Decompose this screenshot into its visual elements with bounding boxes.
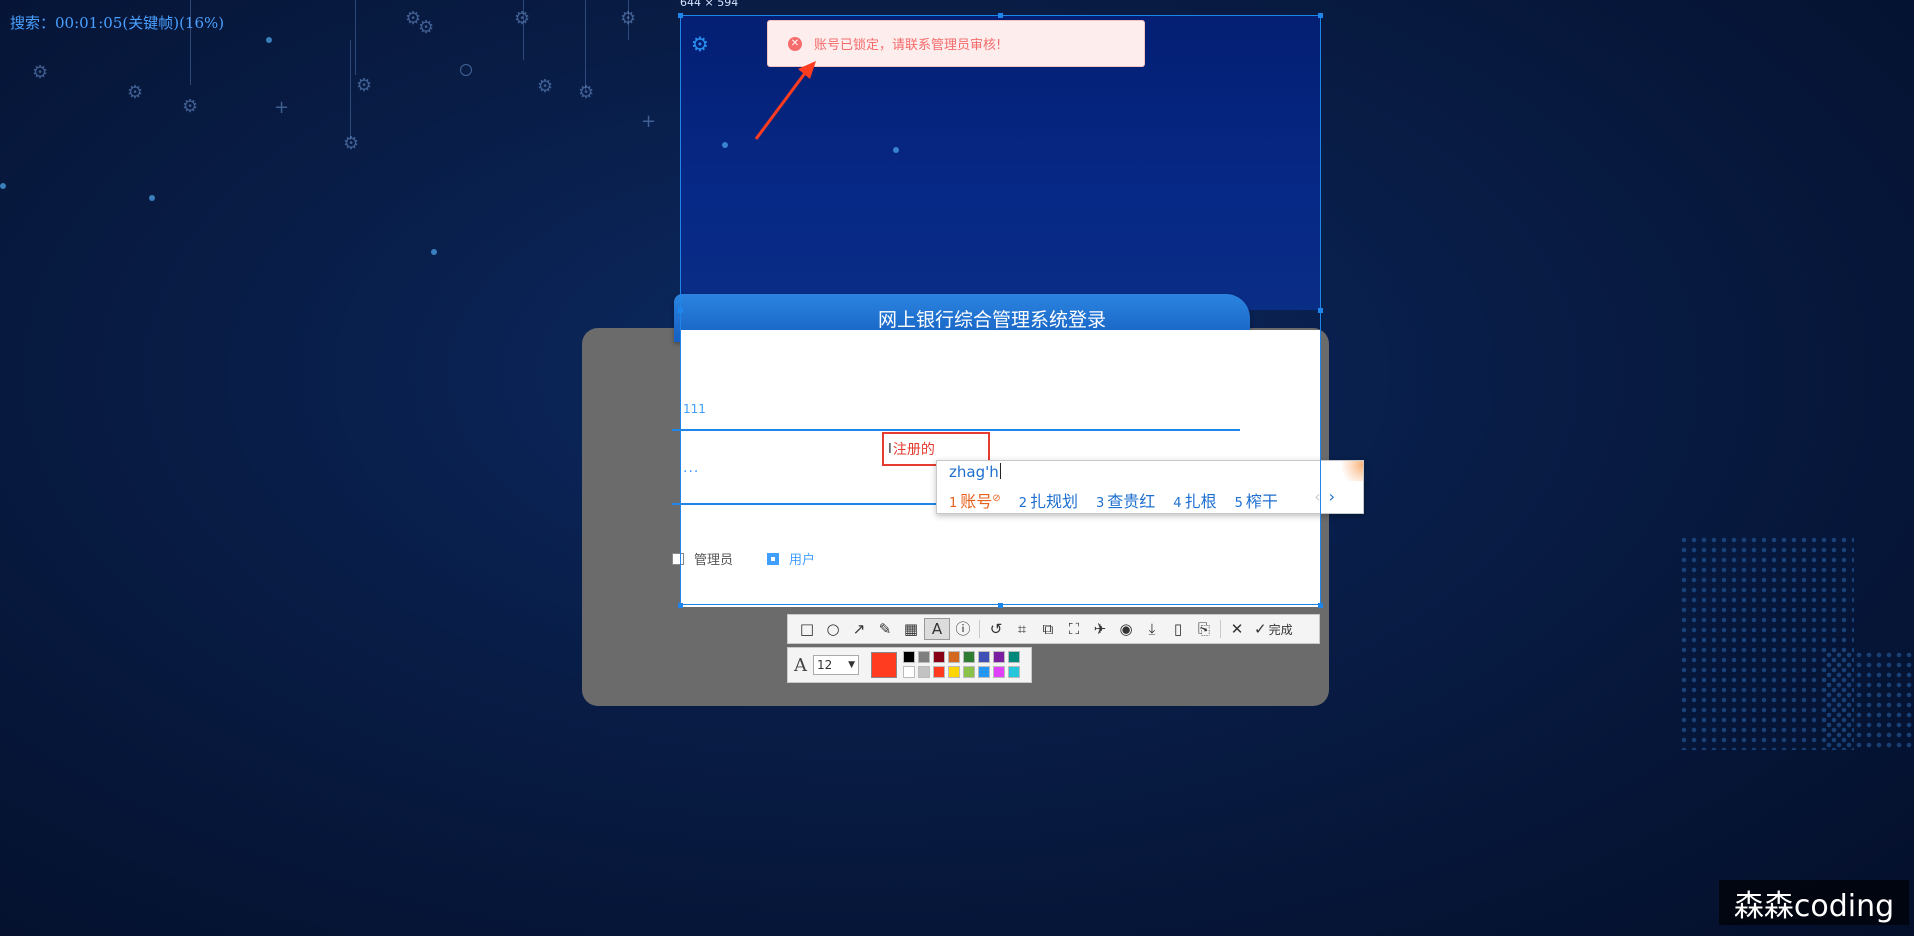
color-swatch[interactable] (918, 651, 930, 663)
color-swatch[interactable] (903, 666, 915, 678)
gear-icon: ⚙ (32, 62, 49, 83)
selection-size-label: 644 × 594 (680, 0, 739, 9)
color-swatch[interactable] (1008, 651, 1020, 663)
mosaic-tool-icon[interactable]: ▦ (898, 616, 924, 642)
mobile-icon[interactable]: ▯ (1165, 616, 1191, 642)
gear-icon: ⚙ (182, 96, 199, 117)
resize-handle[interactable] (678, 603, 683, 608)
color-palette (903, 651, 1021, 679)
undo-icon[interactable]: ↺ (983, 616, 1009, 642)
watermark: 森森coding (1719, 880, 1909, 925)
color-swatch[interactable] (948, 666, 960, 678)
number-tool-icon[interactable]: ⓘ (950, 616, 976, 642)
color-swatch[interactable] (993, 651, 1005, 663)
color-swatch[interactable] (963, 666, 975, 678)
color-swatch[interactable] (903, 651, 915, 663)
bookmark-icon[interactable]: ⎘ (1191, 616, 1217, 642)
gear-icon: ⚙ (620, 8, 637, 29)
color-swatch[interactable] (978, 651, 990, 663)
font-size-select[interactable]: 12 ▼ (813, 655, 859, 675)
capture-toolbar: □ ○ ↗ ✎ ▦ A ⓘ ↺ ⌗ ⧉ ⛶ ✈ ◉ ⤓ ▯ ⎘ ✕ ✓ 完成 (787, 614, 1320, 644)
close-icon[interactable]: ✕ (1224, 616, 1250, 642)
gear-icon: ⚙ (578, 82, 595, 103)
ocr-icon[interactable]: ⌗ (1009, 616, 1035, 642)
color-swatch[interactable] (933, 666, 945, 678)
ime-next-icon[interactable]: › (1329, 487, 1335, 506)
color-swatch[interactable] (993, 666, 1005, 678)
capture-selection[interactable] (680, 15, 1321, 605)
ellipse-tool-icon[interactable]: ○ (820, 616, 846, 642)
resize-handle[interactable] (678, 13, 683, 18)
arrow-tool-icon[interactable]: ↗ (846, 616, 872, 642)
plus-icon: + (274, 97, 290, 118)
toolbar-divider (979, 620, 980, 638)
gear-icon: ⚙ (514, 8, 531, 29)
color-swatch[interactable] (1008, 666, 1020, 678)
font-icon: A (794, 654, 807, 676)
color-swatch[interactable] (963, 651, 975, 663)
font-size-value: 12 (817, 658, 833, 672)
text-options-bar: A 12 ▼ (787, 647, 1032, 683)
color-swatch[interactable] (948, 651, 960, 663)
scroll-capture-icon[interactable]: ⛶ (1061, 616, 1087, 642)
check-icon: ✓ (1254, 620, 1267, 638)
download-icon[interactable]: ⤓ (1139, 616, 1165, 642)
text-tool-icon[interactable]: A (924, 618, 950, 640)
color-swatch[interactable] (978, 666, 990, 678)
current-color-swatch[interactable] (871, 652, 897, 678)
resize-handle[interactable] (998, 13, 1003, 18)
translate-icon[interactable]: ⧉ (1035, 616, 1061, 642)
toolbar-divider (1220, 620, 1221, 638)
resize-handle[interactable] (1318, 13, 1323, 18)
gear-icon: ⚙ (127, 82, 144, 103)
color-swatch[interactable] (918, 666, 930, 678)
resize-handle[interactable] (1318, 308, 1323, 313)
gear-icon: ⚙ (537, 76, 554, 97)
rectangle-tool-icon[interactable]: □ (794, 616, 820, 642)
pin-icon[interactable]: ✈ (1087, 616, 1113, 642)
city-decoration (1824, 650, 1914, 750)
pencil-tool-icon[interactable]: ✎ (872, 616, 898, 642)
gear-icon: ⚙ (343, 133, 360, 154)
resize-handle[interactable] (678, 308, 683, 313)
resize-handle[interactable] (1318, 603, 1323, 608)
done-label: 完成 (1268, 622, 1293, 637)
search-status: 搜索：00:01:05(关键帧)(16%) (10, 14, 225, 32)
ime-skin-decoration (1335, 461, 1363, 481)
gear-icon: ⚙ (356, 75, 373, 96)
color-swatch[interactable] (933, 651, 945, 663)
gear-icon: ⚙ (418, 17, 435, 38)
plus-icon: + (641, 111, 657, 132)
record-icon[interactable]: ◉ (1113, 616, 1139, 642)
chevron-down-icon: ▼ (848, 660, 855, 670)
done-button[interactable]: ✓ 完成 (1254, 620, 1293, 638)
resize-handle[interactable] (998, 603, 1003, 608)
